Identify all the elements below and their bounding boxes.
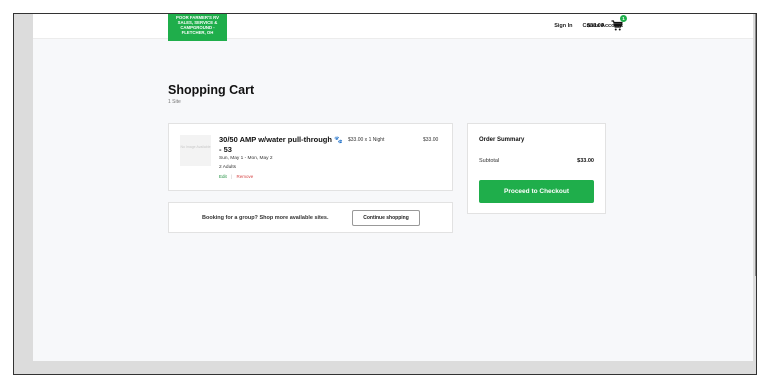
item-rate: $33.00 x 1 Night xyxy=(348,137,385,143)
site-header: POOR FARMER'S RV SALES, SERVICE & CAMPGR… xyxy=(33,14,753,41)
page-title: Shopping Cart xyxy=(168,83,255,97)
scrollbar[interactable] xyxy=(755,14,756,276)
subtotal-label: Subtotal xyxy=(479,158,500,164)
sign-in-link[interactable]: Sign In xyxy=(554,23,572,29)
cart-total[interactable]: $33.00 xyxy=(587,23,604,29)
item-dates: Sun, May 1 - Mon, May 2 xyxy=(219,156,273,161)
cart-item-count: 1 Site xyxy=(168,99,181,105)
continue-shopping-button[interactable]: Continue shopping xyxy=(352,210,420,226)
group-booking-text: Booking for a group? Shop more available… xyxy=(202,215,329,221)
logo-line-4: FLETCHER, OH xyxy=(181,30,214,35)
proceed-to-checkout-button[interactable]: Proceed to Checkout xyxy=(479,180,594,203)
group-booking-card: Booking for a group? Shop more available… xyxy=(168,202,453,233)
edit-link[interactable]: Edit xyxy=(219,174,227,179)
cart-count-badge: 1 xyxy=(620,15,627,22)
item-site-number: - 53 xyxy=(219,144,232,154)
page: POOR FARMER'S RV SALES, SERVICE & CAMPGR… xyxy=(33,14,753,361)
action-separator: | xyxy=(231,174,233,179)
paw-icon: 🐾 xyxy=(334,137,343,144)
item-name-text: 30/50 AMP w/water pull-through xyxy=(219,135,332,144)
order-summary-card: Order Summary Subtotal $33.00 Proceed to… xyxy=(467,123,606,214)
item-actions: Edit | Remove xyxy=(219,174,253,179)
item-guests: 2 Adults xyxy=(219,165,237,170)
remove-link[interactable]: Remove xyxy=(236,174,253,179)
cart-item-card: No Image Available 30/50 AMP w/water pul… xyxy=(168,123,453,191)
browser-viewport: POOR FARMER'S RV SALES, SERVICE & CAMPGR… xyxy=(13,13,757,375)
item-thumbnail: No Image Available xyxy=(180,135,211,166)
campground-logo[interactable]: POOR FARMER'S RV SALES, SERVICE & CAMPGR… xyxy=(168,14,227,41)
item-price: $33.00 xyxy=(423,137,439,143)
order-summary-title: Order Summary xyxy=(479,137,525,143)
item-name: 30/50 AMP w/water pull-through 🐾 - 53 xyxy=(219,135,347,154)
subtotal-value: $33.00 xyxy=(577,158,594,164)
